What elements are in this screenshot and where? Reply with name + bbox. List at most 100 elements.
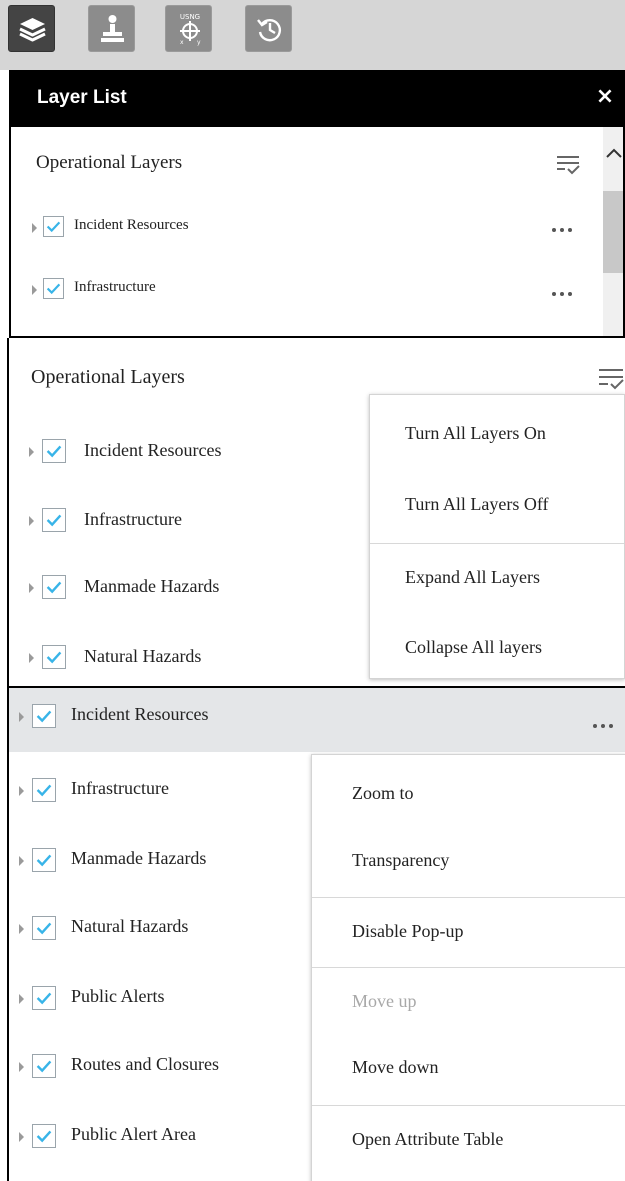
checkmark-icon [46, 651, 62, 664]
scroll-thumb[interactable] [603, 191, 623, 273]
layer-row-public-alert-area[interactable]: Public Alert Area [9, 1118, 309, 1158]
expand-caret-icon[interactable] [29, 447, 34, 457]
turn-all-layers-off-item[interactable]: Turn All Layers Off [370, 494, 624, 515]
layer-list-button[interactable] [8, 5, 55, 52]
layer-label: Natural Hazards [84, 646, 202, 666]
operational-layers-title: Operational Layers [36, 152, 183, 173]
checkmark-icon [46, 581, 62, 594]
layer-label: Public Alert Area [71, 1124, 196, 1144]
panel-header: Layer List × [11, 72, 623, 127]
expand-caret-icon[interactable] [19, 712, 24, 722]
layer-row-routes-and-closures[interactable]: Routes and Closures [9, 1048, 309, 1088]
layer-label: Incident Resources [71, 704, 209, 724]
usng-coordinate-button[interactable]: USNG x y [165, 5, 212, 52]
expand-caret-icon[interactable] [19, 994, 24, 1004]
layer-checkbox[interactable] [32, 704, 56, 728]
move-down-item[interactable]: Move down [312, 1057, 625, 1078]
layer-checkbox[interactable] [42, 645, 66, 669]
checkmark-icon [46, 445, 62, 458]
more-options-icon[interactable] [552, 290, 576, 298]
layer-label: Infrastructure [74, 279, 156, 295]
expand-caret-icon[interactable] [29, 653, 34, 663]
expand-caret-icon[interactable] [19, 1132, 24, 1142]
layer-label: Public Alerts [71, 986, 165, 1006]
layer-label: Routes and Closures [71, 1054, 219, 1074]
panel-title: Layer List [37, 87, 127, 108]
layer-row-manmade-hazards[interactable]: Manmade Hazards [9, 842, 309, 882]
layer-row-public-alerts[interactable]: Public Alerts [9, 980, 309, 1020]
layer-item-menu-view: Incident Resources Infrastructure Manmad… [7, 686, 625, 1181]
layer-row-infrastructure[interactable]: Infrastructure [11, 270, 601, 310]
layer-checkbox[interactable] [32, 986, 56, 1010]
layer-checkbox[interactable] [32, 916, 56, 940]
checkmark-icon [46, 221, 61, 233]
checkmark-icon [36, 854, 52, 867]
more-options-icon[interactable] [593, 722, 617, 730]
layer-options-icon[interactable] [597, 365, 625, 391]
layer-list-scrollbar[interactable] [603, 127, 625, 336]
turn-all-layers-on-item[interactable]: Turn All Layers On [370, 423, 624, 444]
expand-caret-icon[interactable] [19, 924, 24, 934]
layer-checkbox[interactable] [32, 778, 56, 802]
layer-checkbox[interactable] [42, 439, 66, 463]
layer-checkbox[interactable] [32, 1054, 56, 1078]
checkmark-icon [36, 1130, 52, 1143]
legend-button[interactable] [88, 5, 135, 52]
layers-icon [19, 18, 46, 42]
usng-coordinate-icon: USNG x y [180, 13, 201, 46]
svg-text:x: x [180, 39, 184, 46]
expand-caret-icon[interactable] [29, 516, 34, 526]
layer-row-incident-resources[interactable]: Incident Resources [9, 430, 369, 470]
layer-row-incident-resources[interactable]: Incident Resources [11, 208, 601, 248]
history-button[interactable] [245, 5, 292, 52]
layer-checkbox[interactable] [32, 1124, 56, 1148]
layer-row-infrastructure[interactable]: Infrastructure [9, 499, 369, 539]
move-up-item: Move up [352, 991, 417, 1011]
checkmark-icon [36, 1060, 52, 1073]
layer-checkbox[interactable] [43, 216, 64, 237]
expand-caret-icon[interactable] [19, 1062, 24, 1072]
expand-caret-icon[interactable] [32, 223, 37, 233]
layer-row-natural-hazards[interactable]: Natural Hazards [9, 910, 309, 950]
layer-label: Infrastructure [84, 509, 182, 529]
history-icon [257, 19, 281, 42]
legend-icon [101, 15, 124, 42]
menu-divider [312, 1105, 625, 1106]
zoom-to-item[interactable]: Zoom to [312, 783, 625, 804]
layer-checkbox[interactable] [43, 278, 64, 299]
layer-checkbox[interactable] [42, 508, 66, 532]
menu-divider [312, 967, 625, 968]
operational-layers-title: Operational Layers [31, 366, 185, 388]
collapse-all-layers-item[interactable]: Collapse All layers [370, 637, 624, 658]
selected-layer-row[interactable]: Incident Resources [9, 688, 625, 752]
layer-checkbox[interactable] [42, 575, 66, 599]
expand-all-layers-item[interactable]: Expand All Layers [370, 567, 624, 588]
layer-row-infrastructure[interactable]: Infrastructure [9, 772, 309, 812]
layer-label: Incident Resources [74, 217, 189, 233]
disable-popup-item[interactable]: Disable Pop-up [312, 921, 625, 942]
layer-options-icon[interactable] [555, 152, 581, 176]
more-options-icon[interactable] [552, 226, 576, 234]
layer-label: Manmade Hazards [71, 848, 207, 868]
expand-caret-icon[interactable] [29, 583, 34, 593]
expand-caret-icon[interactable] [19, 856, 24, 866]
layer-item-menu: Zoom to Transparency Disable Pop-up Move… [311, 754, 625, 1181]
layer-label: Manmade Hazards [84, 576, 220, 596]
svg-text:y: y [197, 39, 201, 46]
layer-row-natural-hazards[interactable]: Natural Hazards [9, 636, 369, 676]
layer-label: Natural Hazards [71, 916, 189, 936]
menu-divider [370, 543, 624, 544]
expand-caret-icon[interactable] [32, 285, 37, 295]
chevron-up-icon[interactable] [603, 143, 625, 163]
checkmark-icon [36, 992, 52, 1005]
expand-caret-icon[interactable] [19, 786, 24, 796]
checkmark-icon [46, 283, 61, 295]
checkmark-icon [36, 784, 52, 797]
transparency-item[interactable]: Transparency [312, 850, 625, 871]
layer-list-panel: Layer List × Operational Layers Incident… [9, 70, 625, 338]
layer-row-manmade-hazards[interactable]: Manmade Hazards [9, 566, 369, 606]
layer-label: Incident Resources [84, 440, 222, 460]
close-icon[interactable]: × [593, 82, 617, 112]
open-attribute-table-item[interactable]: Open Attribute Table [312, 1129, 625, 1150]
layer-checkbox[interactable] [32, 848, 56, 872]
